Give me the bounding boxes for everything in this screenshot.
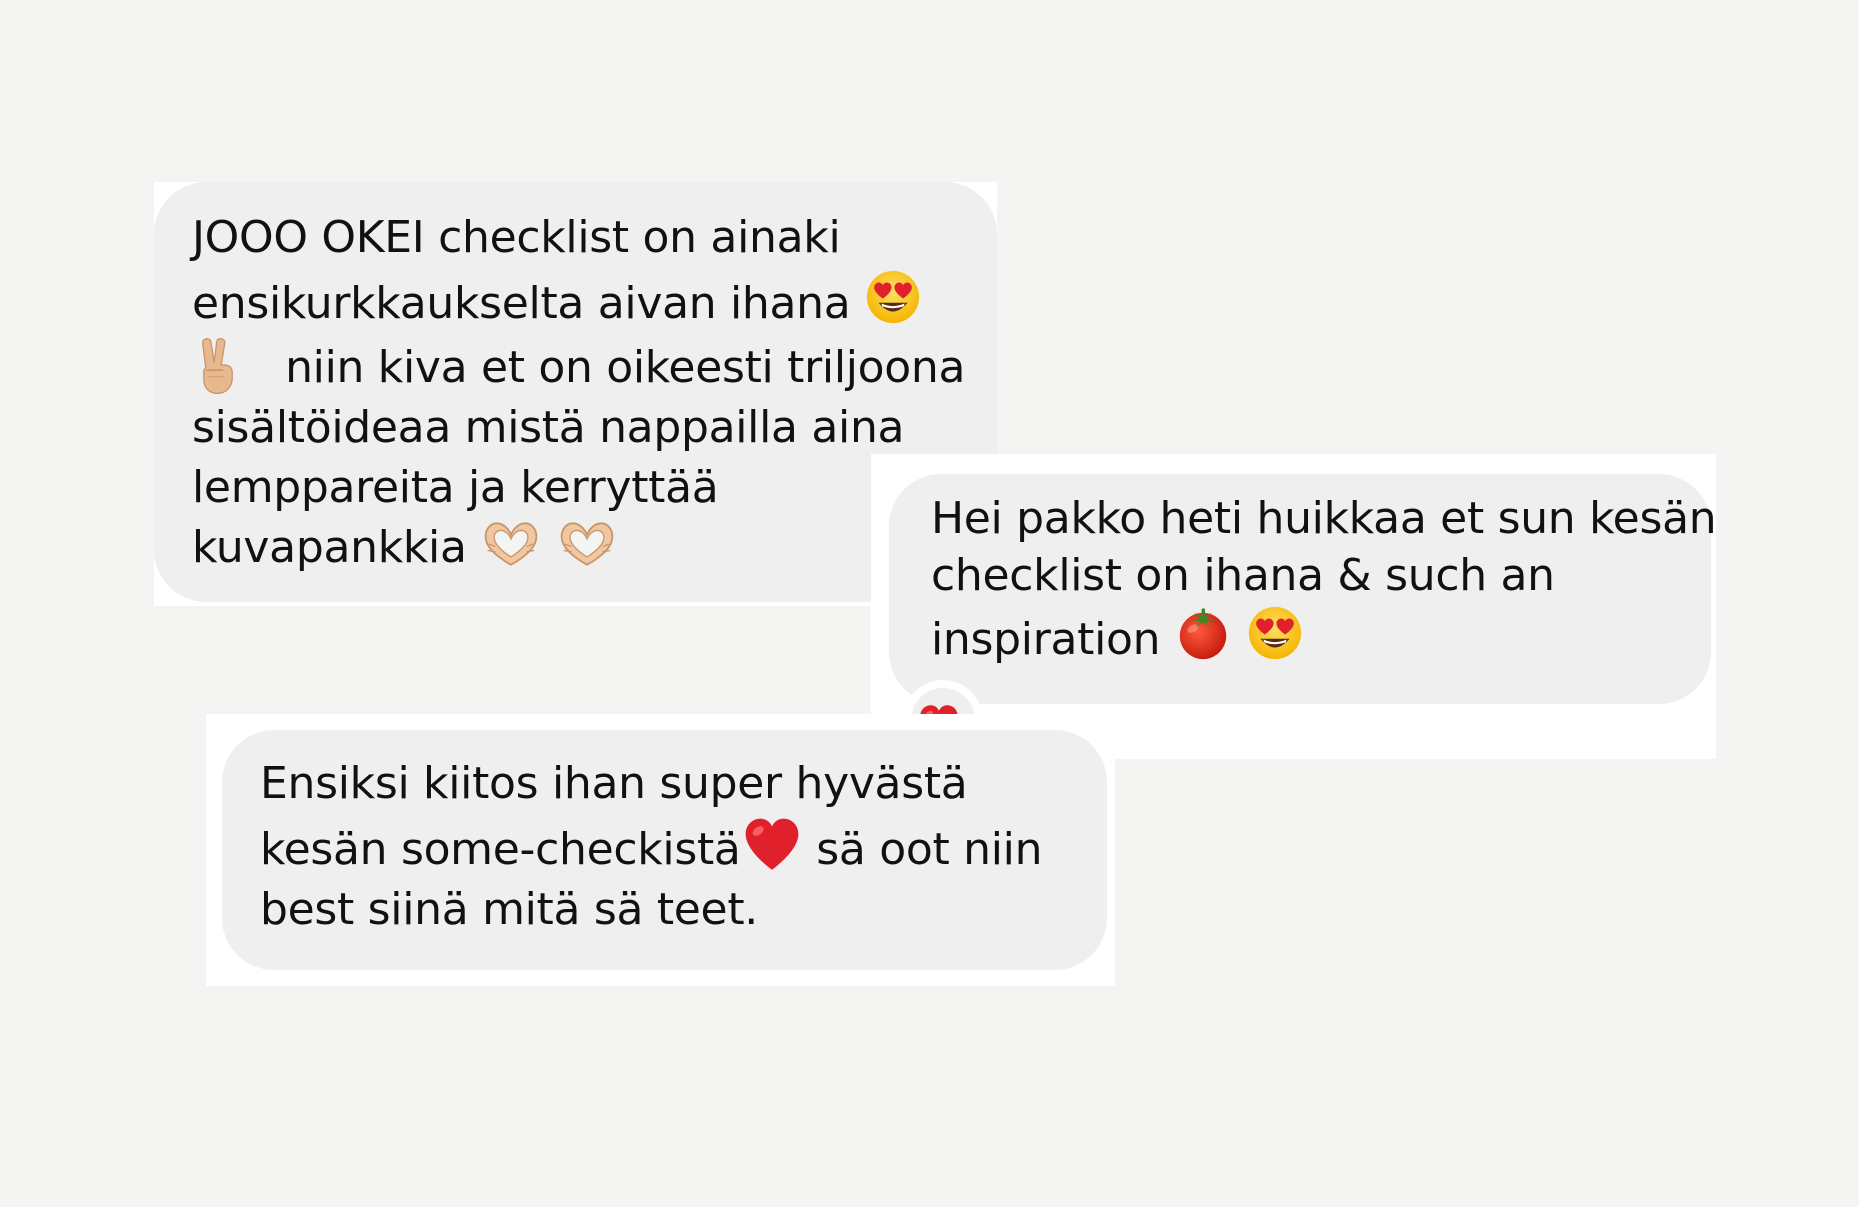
heart-eyes-emoji-icon <box>864 268 922 326</box>
heart-hands-emoji-icon <box>556 518 618 570</box>
message-1-line-1: JOOO OKEI checklist on ainaki <box>192 212 841 263</box>
message-1-line-4: sisältöideaa mistä nappailla aina <box>192 402 905 453</box>
message-1-line-2: ensikurkkaukselta aivan ihana <box>192 268 997 334</box>
heart-eyes-emoji-icon <box>1246 604 1304 662</box>
message-card-3: Ensiksi kiitos ihan super hyvästä kesän … <box>206 714 1115 986</box>
heart-hands-emoji-icon <box>480 518 542 570</box>
message-2-line-2: checklist on ihana & such an <box>931 550 1555 601</box>
message-3-line-3: best siinä mitä sä teet. <box>260 884 758 935</box>
tomato-emoji-icon <box>1174 604 1232 662</box>
message-2-line-1: Hei pakko heti huikkaa et sun kesän <box>931 493 1717 544</box>
message-bubble-3[interactable]: Ensiksi kiitos ihan super hyvästä kesän … <box>222 730 1107 970</box>
message-1-line-3: niin kiva et on oikeesti triljoona <box>192 334 997 398</box>
message-bubble-2[interactable]: Hei pakko heti huikkaa et sun kesän chec… <box>889 474 1717 704</box>
victory-hand-emoji-icon <box>192 334 244 396</box>
message-2-line-3: inspiration <box>931 604 1711 668</box>
screenshot-canvas: { "messages": [ { "id": "message-1", "li… <box>0 0 1859 1207</box>
message-3-line-1: Ensiksi kiitos ihan super hyvästä <box>260 758 968 809</box>
red-heart-emoji-icon <box>741 814 803 876</box>
message-3-line-2: kesän some-checkistä sä oot niin <box>260 814 1107 880</box>
